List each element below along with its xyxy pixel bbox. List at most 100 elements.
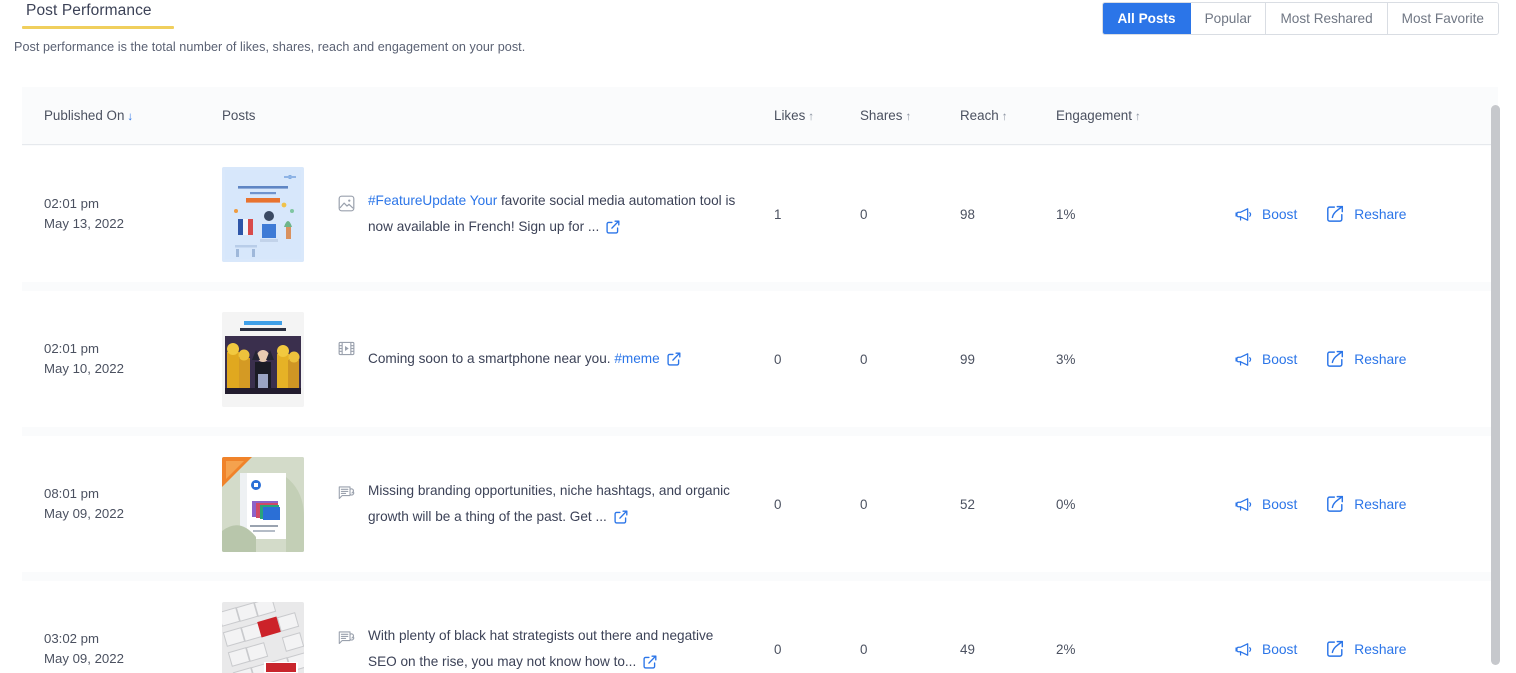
post-time: 02:01 pm xyxy=(44,195,99,211)
cell-actions: Boost Reshare xyxy=(1222,349,1488,369)
post-text: Coming soon to a smartphone near you. #m… xyxy=(368,346,682,373)
cell-engagement: 1% xyxy=(1056,206,1076,222)
sort-asc-icon[interactable]: ↑ xyxy=(1002,111,1008,123)
cell-published-on: 02:01 pm May 10, 2022 xyxy=(44,339,222,380)
cell-published-on: 03:02 pm May 09, 2022 xyxy=(44,629,222,670)
external-link-icon[interactable] xyxy=(605,219,621,235)
cell-likes: 0 xyxy=(774,351,782,367)
cell-published-on: 08:01 pm May 09, 2022 xyxy=(44,484,222,525)
post-date: May 09, 2022 xyxy=(44,651,124,666)
reshare-button[interactable]: Reshare xyxy=(1325,204,1406,224)
title-block: Post Performance xyxy=(14,0,174,29)
post-text: With plenty of black hat strategists out… xyxy=(368,623,736,673)
column-header-engagement[interactable]: Engagement ↑ xyxy=(1056,107,1222,125)
boost-button[interactable]: Boost xyxy=(1234,495,1297,514)
tab-popular[interactable]: Popular xyxy=(1190,3,1267,34)
megaphone-icon xyxy=(1234,205,1253,224)
cell-reach: 52 xyxy=(960,496,975,512)
cell-likes: 0 xyxy=(774,641,782,657)
cell-reach: 98 xyxy=(960,206,975,222)
post-hashtag-link[interactable]: #meme xyxy=(614,351,659,366)
cell-shares: 0 xyxy=(860,351,868,367)
post-filter-tabs: All Posts Popular Most Reshared Most Fav… xyxy=(1102,2,1499,35)
share-icon xyxy=(1325,204,1345,224)
column-header-shares[interactable]: Shares ↑ xyxy=(860,107,960,125)
column-header-posts[interactable]: Posts xyxy=(222,107,774,125)
megaphone-icon xyxy=(1234,495,1253,514)
boost-label: Boost xyxy=(1262,496,1298,512)
table-header-row: Published On ↓ Posts Likes ↑ Shares ↑ Reach… xyxy=(22,87,1498,145)
post-text: Missing branding opportunities, niche ha… xyxy=(368,478,736,531)
post-date: May 09, 2022 xyxy=(44,506,124,521)
sort-asc-icon[interactable]: ↑ xyxy=(1135,111,1141,123)
reshare-label: Reshare xyxy=(1354,641,1407,657)
cell-post: #FeatureUpdate Your favorite social medi… xyxy=(222,166,774,262)
cell-reach: 49 xyxy=(960,641,975,657)
column-header-likes[interactable]: Likes ↑ xyxy=(774,107,860,125)
sort-desc-icon[interactable]: ↓ xyxy=(127,111,133,123)
post-thumbnail[interactable] xyxy=(222,311,304,407)
post-hashtag-link[interactable]: #FeatureUpdate Your xyxy=(368,193,497,208)
article-link-icon xyxy=(338,485,358,501)
tab-most-reshared[interactable]: Most Reshared xyxy=(1266,3,1388,34)
reshare-label: Reshare xyxy=(1354,351,1407,367)
share-icon xyxy=(1325,494,1345,514)
scrollbar-thumb[interactable] xyxy=(1491,105,1500,665)
post-body-text: Missing branding opportunities, niche ha… xyxy=(368,482,730,525)
table-row[interactable]: 08:01 pm May 09, 2022 Missing branding o… xyxy=(22,436,1498,572)
external-link-icon[interactable] xyxy=(642,654,658,670)
cell-actions: Boost Reshare xyxy=(1222,204,1488,224)
megaphone-icon xyxy=(1234,640,1253,659)
post-body-text: With plenty of black hat strategists out… xyxy=(368,627,714,670)
reshare-button[interactable]: Reshare xyxy=(1325,639,1406,659)
tab-most-favorite[interactable]: Most Favorite xyxy=(1387,3,1498,34)
boost-button[interactable]: Boost xyxy=(1234,205,1297,224)
cell-shares: 0 xyxy=(860,641,868,657)
megaphone-icon xyxy=(1234,350,1253,369)
post-performance-table: Published On ↓ Posts Likes ↑ Shares ↑ Reach… xyxy=(22,87,1498,673)
title-underline xyxy=(22,26,174,29)
cell-likes: 1 xyxy=(774,206,782,222)
cell-reach: 99 xyxy=(960,351,975,367)
vertical-scrollbar[interactable] xyxy=(1491,99,1500,673)
table-row[interactable]: 03:02 pm May 09, 2022 With plenty of bla… xyxy=(22,581,1498,673)
external-link-icon[interactable] xyxy=(666,351,682,367)
article-link-icon xyxy=(338,630,358,646)
cell-published-on: 02:01 pm May 13, 2022 xyxy=(44,194,222,235)
post-date: May 13, 2022 xyxy=(44,216,124,231)
reshare-button[interactable]: Reshare xyxy=(1325,494,1406,514)
reshare-button[interactable]: Reshare xyxy=(1325,349,1406,369)
cell-engagement: 0% xyxy=(1056,496,1076,512)
post-text: #FeatureUpdate Your favorite social medi… xyxy=(368,188,736,241)
post-performance-page: Post Performance Post performance is the… xyxy=(0,0,1516,673)
cell-likes: 0 xyxy=(774,496,782,512)
table-row[interactable]: 02:01 pm May 13, 2022 #FeatureUpdate You… xyxy=(22,146,1498,282)
cell-actions: Boost Reshare xyxy=(1222,639,1488,659)
post-time: 08:01 pm xyxy=(44,485,99,501)
column-header-reach[interactable]: Reach ↑ xyxy=(960,107,1056,125)
post-thumbnail[interactable] xyxy=(222,601,304,673)
cell-post: Coming soon to a smartphone near you. #m… xyxy=(222,311,774,407)
table-row[interactable]: 02:01 pm May 10, 2022 Coming soon to a s… xyxy=(22,291,1498,427)
reshare-label: Reshare xyxy=(1354,206,1407,222)
post-thumbnail[interactable] xyxy=(222,456,304,552)
post-thumbnail[interactable] xyxy=(222,166,304,262)
page-title: Post Performance xyxy=(26,2,152,19)
boost-button[interactable]: Boost xyxy=(1234,640,1297,659)
post-body-text: Coming soon to a smartphone near you. xyxy=(368,350,615,366)
boost-label: Boost xyxy=(1262,641,1298,657)
post-time: 02:01 pm xyxy=(44,340,99,356)
cell-engagement: 3% xyxy=(1056,351,1076,367)
boost-label: Boost xyxy=(1262,206,1298,222)
tab-all-posts[interactable]: All Posts xyxy=(1103,3,1191,34)
sort-asc-icon[interactable]: ↑ xyxy=(808,111,814,123)
external-link-icon[interactable] xyxy=(613,509,629,525)
column-header-published-on[interactable]: Published On ↓ xyxy=(44,107,222,125)
video-icon xyxy=(338,340,358,357)
boost-label: Boost xyxy=(1262,351,1298,367)
cell-post: Missing branding opportunities, niche ha… xyxy=(222,456,774,552)
boost-button[interactable]: Boost xyxy=(1234,350,1297,369)
reshare-label: Reshare xyxy=(1354,496,1407,512)
sort-asc-icon[interactable]: ↑ xyxy=(905,111,911,123)
cell-shares: 0 xyxy=(860,496,868,512)
